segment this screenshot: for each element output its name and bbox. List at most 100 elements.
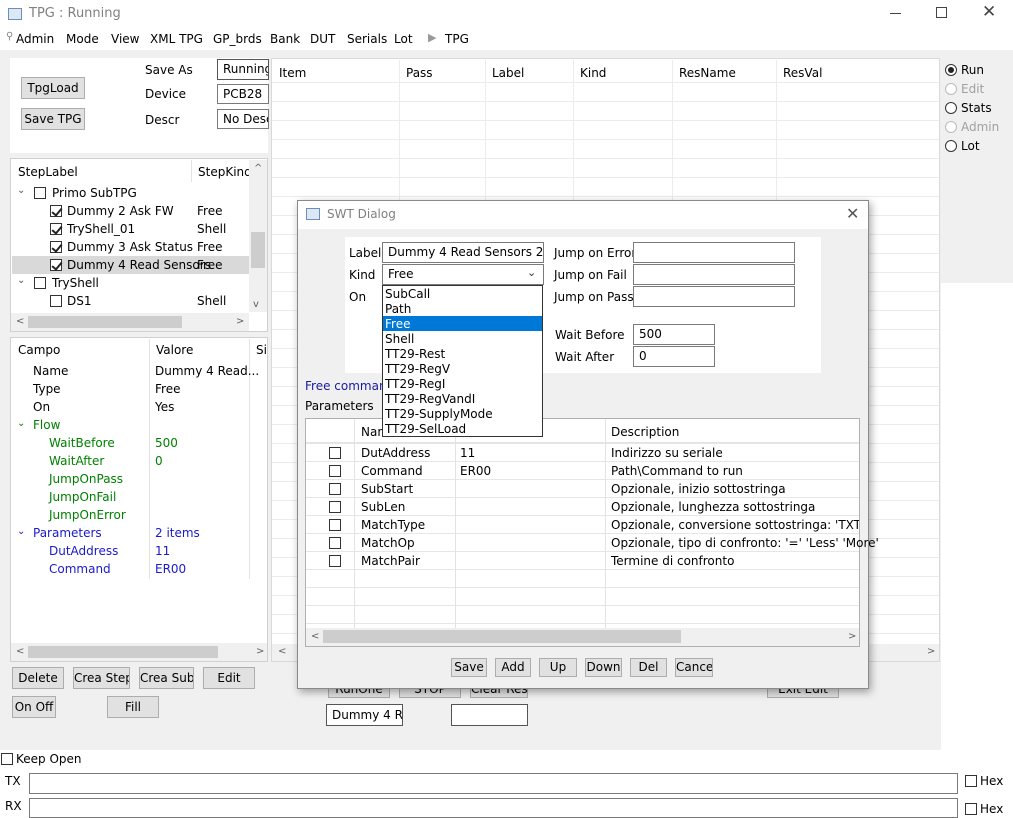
menu-serials[interactable]: Serials [347, 32, 387, 46]
param-row-checkbox[interactable] [329, 483, 341, 495]
tree-row-checkbox[interactable] [50, 259, 62, 271]
prop-value[interactable]: ER00 [155, 562, 186, 576]
mode-edit-label[interactable]: Edit [961, 82, 984, 96]
tree-scroll-left-icon[interactable]: < [16, 317, 24, 327]
dialog-add-button[interactable]: Add [495, 658, 531, 677]
prop-value[interactable]: 11 [155, 544, 170, 558]
prop-value[interactable]: Free [155, 382, 180, 396]
keep-open-checkbox[interactable] [1, 753, 13, 765]
keep-open-label[interactable]: Keep Open [16, 752, 82, 766]
fill-button[interactable]: Fill [107, 696, 159, 718]
dialog-save-button[interactable]: Save [451, 658, 487, 677]
tree-scroll-right-icon[interactable]: > [236, 317, 244, 327]
results-scroll-left-icon[interactable]: < [278, 647, 286, 657]
param-row-checkbox[interactable] [329, 501, 341, 513]
prop-value[interactable]: Dummy 4 Read... [155, 364, 259, 378]
prop-value[interactable]: 0 [155, 454, 163, 468]
tpgload-button[interactable]: TpgLoad [21, 77, 85, 99]
tree-row-checkbox[interactable] [50, 241, 62, 253]
tx-hex-checkbox[interactable] [965, 775, 977, 787]
mode-stats-label[interactable]: Stats [961, 101, 992, 115]
rx-hex-checkbox[interactable] [965, 803, 977, 815]
close-icon[interactable]: ✕ [982, 2, 996, 22]
props-hscroll-thumb[interactable] [28, 646, 218, 658]
crea-sub-button[interactable]: Crea Sub [139, 667, 194, 689]
params-scroll-right-icon[interactable]: > [848, 632, 856, 642]
menu-bank[interactable]: Bank [270, 32, 300, 46]
param-row-checkbox[interactable] [329, 555, 341, 567]
tree-row-checkbox[interactable] [34, 277, 46, 289]
dialog-label-field[interactable]: Dummy 4 Read Sensors 2 [382, 242, 544, 263]
mode-stats-radio[interactable] [945, 102, 957, 114]
tree-row-label[interactable]: TryShell [52, 276, 99, 290]
tree-row-label[interactable]: DS1 [67, 294, 92, 308]
kind-option[interactable]: TT29-Rest [385, 347, 445, 361]
tree-scroll-down-icon[interactable]: v [253, 300, 259, 310]
tx-hex-label[interactable]: Hex [980, 774, 1003, 788]
param-row-checkbox[interactable] [329, 537, 341, 549]
jump-fail-field[interactable] [633, 264, 795, 285]
chevron-down-icon[interactable]: ⌄ [527, 266, 536, 279]
kind-option[interactable]: Path [385, 302, 411, 316]
menu-gp-brds[interactable]: GP_brds [213, 32, 262, 46]
param-row-checkbox[interactable] [329, 447, 341, 459]
param-row-checkbox[interactable] [329, 465, 341, 477]
menu-admin[interactable]: Admin [16, 32, 54, 46]
mode-run-label[interactable]: Run [961, 63, 984, 77]
kind-option[interactable]: TT29-SupplyMode [385, 407, 493, 421]
props-scroll-left-icon[interactable]: < [16, 647, 24, 657]
kind-option[interactable]: TT29-RegVandI [385, 392, 475, 406]
tree-row-label[interactable]: Dummy 3 Ask Status [67, 240, 193, 254]
tree-row-label[interactable]: Primo SubTPG [52, 186, 137, 200]
dialog-kind-select[interactable]: Free [382, 264, 544, 285]
params-scroll-left-icon[interactable]: < [311, 632, 319, 642]
kind-option[interactable]: TT29-RegI [385, 377, 445, 391]
dialog-del-button[interactable]: Del [630, 658, 667, 677]
edit-button[interactable]: Edit [203, 667, 255, 689]
prop-value[interactable]: Yes [155, 400, 174, 414]
dialog-down-button[interactable]: Down [585, 658, 622, 677]
expand-icon[interactable]: ⌄ [17, 526, 25, 537]
prop-value[interactable]: 500 [155, 436, 178, 450]
kind-option[interactable]: TT29-RegV [385, 362, 450, 376]
props-scroll-right-icon[interactable]: > [256, 647, 264, 657]
minimize-icon[interactable] [890, 13, 901, 14]
save-as-field[interactable]: Running [217, 59, 269, 80]
prop-value[interactable]: 2 items [155, 526, 200, 540]
device-field[interactable]: PCB28 [217, 84, 269, 104]
param-value[interactable]: ER00 [460, 464, 491, 478]
tree-row-label[interactable]: Dummy 2 Ask FW [67, 204, 174, 218]
jump-pass-field[interactable] [633, 286, 795, 307]
tree-row-checkbox[interactable] [50, 223, 62, 235]
expand-icon[interactable]: ⌄ [17, 418, 25, 429]
tx-field[interactable] [29, 773, 958, 794]
menu-mode[interactable]: Mode [66, 32, 99, 46]
descr-field[interactable]: No Desc [217, 109, 269, 129]
kind-option-selected[interactable]: Free [385, 317, 410, 331]
on-off-button[interactable]: On Off [12, 696, 56, 718]
delete-button[interactable]: Delete [12, 667, 64, 689]
rx-field[interactable] [29, 798, 958, 818]
tree-vscroll-thumb[interactable] [251, 232, 265, 268]
menu-tpg[interactable]: TPG [445, 32, 469, 46]
tree-scroll-up-icon[interactable]: ^ [254, 164, 262, 174]
wait-before-field[interactable]: 500 [633, 324, 715, 345]
kind-option[interactable]: SubCall [385, 287, 430, 301]
kind-option[interactable]: TT29-SelLoad [385, 422, 466, 436]
behind-empty-field[interactable] [451, 704, 528, 726]
wait-after-field[interactable]: 0 [633, 346, 715, 367]
mode-lot-radio[interactable] [945, 140, 957, 152]
maximize-icon[interactable] [936, 7, 947, 18]
expand-icon[interactable]: ⌄ [17, 275, 25, 286]
params-hscroll-thumb[interactable] [323, 630, 681, 643]
tree-row-label[interactable]: TryShell_01 [67, 222, 135, 236]
tree-row-label[interactable]: Dummy 4 Read Sensors [67, 258, 211, 272]
menu-view[interactable]: View [111, 32, 139, 46]
rx-hex-label[interactable]: Hex [980, 802, 1003, 816]
tree-row-checkbox[interactable] [34, 187, 46, 199]
kind-option[interactable]: Shell [385, 332, 414, 346]
mode-edit-radio[interactable] [945, 83, 957, 95]
mode-admin-radio[interactable] [945, 121, 957, 133]
param-value[interactable]: 11 [460, 446, 475, 460]
tree-row-checkbox[interactable] [50, 205, 62, 217]
